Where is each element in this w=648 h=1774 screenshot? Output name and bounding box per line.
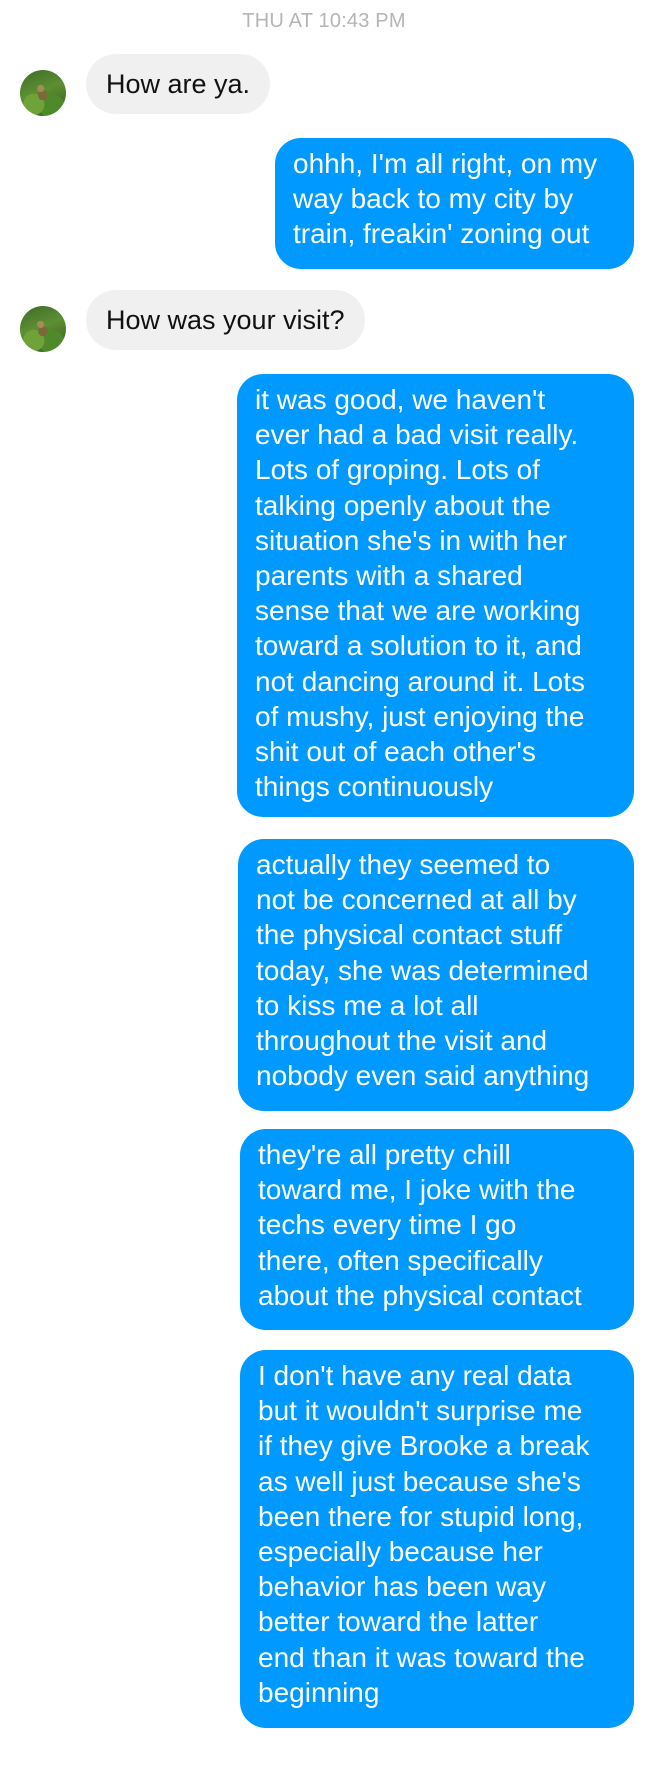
contact-avatar[interactable] <box>20 306 66 352</box>
outgoing-message-bubble[interactable]: actually they seemed to not be concerned… <box>238 839 634 1111</box>
outgoing-message-bubble[interactable]: it was good, we haven't ever had a bad v… <box>237 374 634 817</box>
outgoing-message-bubble[interactable]: ohhh, I'm all right, on my way back to m… <box>275 138 634 269</box>
conversation-timestamp: THU AT 10:43 PM <box>242 10 406 32</box>
incoming-message-bubble[interactable]: How was your visit? <box>86 290 365 350</box>
incoming-message-bubble[interactable]: How are ya. <box>86 54 271 114</box>
incoming-message-row: How was your visit? <box>0 288 648 354</box>
outgoing-message-bubble[interactable]: I don't have any real data but it wouldn… <box>240 1350 634 1728</box>
incoming-message-row: How are ya. <box>0 52 648 118</box>
outgoing-message-bubble[interactable]: they're all pretty chill toward me, I jo… <box>240 1129 634 1330</box>
contact-avatar[interactable] <box>20 70 66 116</box>
